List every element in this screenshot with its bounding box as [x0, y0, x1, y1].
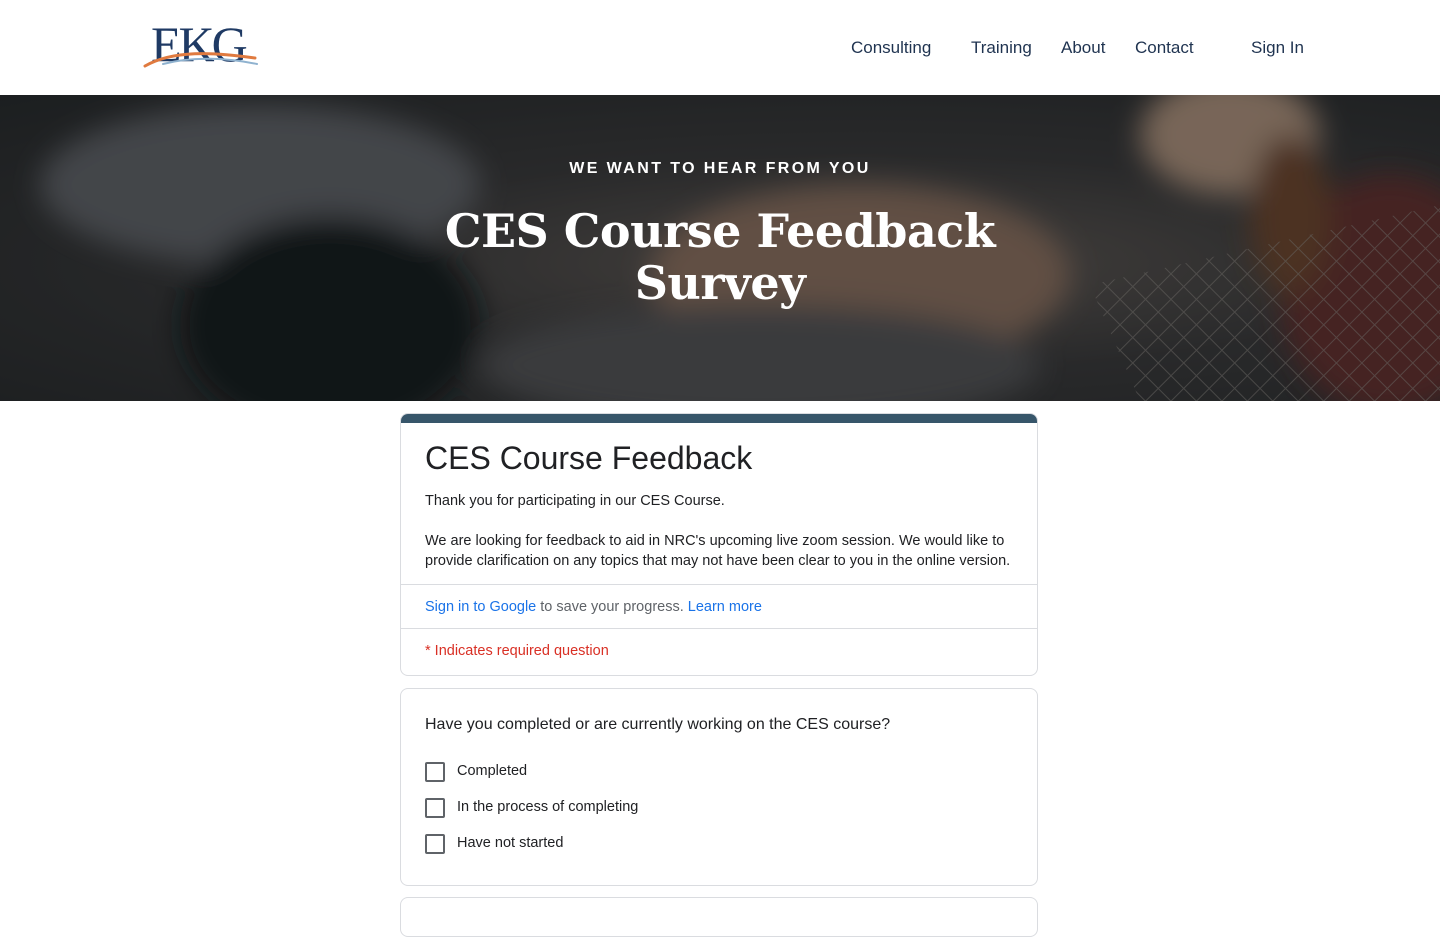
hero-title: CES Course Feedback Survey: [444, 204, 996, 310]
form-description-line: Thank you for participating in our CES C…: [425, 493, 725, 509]
required-note: * Indicates required question: [425, 643, 609, 659]
nav-contact[interactable]: Contact: [1135, 36, 1194, 60]
google-signin-link[interactable]: Sign in to Google: [425, 599, 536, 615]
question-title: Have you completed or are currently work…: [425, 716, 891, 733]
checkbox[interactable]: [425, 798, 445, 818]
form-title: CES Course Feedback: [425, 440, 753, 476]
checkbox[interactable]: [425, 762, 445, 782]
sign-in-link[interactable]: Sign In: [1251, 36, 1304, 60]
divider: [401, 628, 1037, 629]
logo-swoosh-icon: [143, 52, 258, 68]
site-header: EKG Consulting Training About Contact Si…: [0, 0, 1440, 95]
nav-about[interactable]: About: [1061, 36, 1105, 60]
form-description-line: We are looking for feedback to aid in NR…: [425, 533, 1011, 569]
form-intro-card: CES Course Feedback Thank you for partic…: [400, 413, 1038, 676]
signin-suffix: to save your progress.: [536, 599, 688, 615]
form-description: Thank you for participating in our CES C…: [425, 491, 1023, 591]
form-accent-bar: [401, 414, 1037, 423]
checkbox[interactable]: [425, 834, 445, 854]
divider: [401, 584, 1037, 585]
question-card: Have you completed or are currently work…: [400, 688, 1038, 886]
learn-more-link[interactable]: Learn more: [688, 599, 762, 615]
nav-consulting[interactable]: Consulting: [851, 36, 931, 60]
hero-kicker: WE WANT TO HEAR FROM YOU: [569, 160, 871, 177]
option-label: Have not started: [457, 835, 564, 851]
hero-banner: WE WANT TO HEAR FROM YOU CES Course Feed…: [0, 95, 1440, 401]
next-question-card: [400, 897, 1038, 937]
option-label: In the process of completing: [457, 799, 639, 815]
ekg-logo[interactable]: EKG: [143, 16, 261, 72]
option-label: Completed: [457, 763, 528, 779]
nav-training[interactable]: Training: [971, 36, 1032, 60]
signin-row: Sign in to Google to save your progress.…: [425, 597, 762, 617]
